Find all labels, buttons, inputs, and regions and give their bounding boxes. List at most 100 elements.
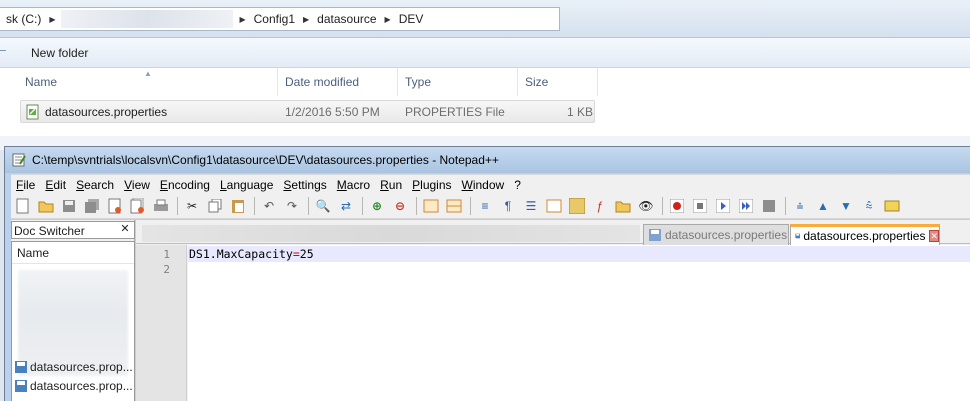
record-macro-icon[interactable] [668, 197, 686, 215]
file-type: PROPERTIES File [405, 105, 505, 119]
tab-datasources-inactive[interactable]: datasources.properties [643, 224, 789, 245]
close-all-icon[interactable] [129, 197, 147, 215]
tab-datasources-active[interactable]: datasources.properties ✕ [790, 224, 940, 245]
undo-icon[interactable]: ↶ [260, 197, 278, 215]
properties-file-icon [26, 104, 39, 120]
menu-edit[interactable]: Edit [40, 178, 71, 192]
function-list-icon[interactable]: ƒ [591, 197, 609, 215]
menu-language[interactable]: Language [215, 178, 278, 192]
column-header-size[interactable]: Size [520, 68, 598, 96]
cut-icon[interactable]: ✂ [183, 197, 201, 215]
title-bar[interactable]: C:\temp\svntrials\localsvn\Config1\datas… [5, 147, 970, 173]
command-bar: New folder [0, 38, 970, 68]
doc-switcher-column-name[interactable]: Name [12, 242, 134, 264]
menu-bar: File Edit Search View Encoding Language … [11, 174, 970, 194]
toolbar-separator [785, 197, 786, 215]
address-field[interactable]: sk (C:) ▶ ▶ Config1 ▶ datasource ▶ DEV [0, 7, 560, 31]
word-wrap-icon[interactable]: ≡ [476, 197, 494, 215]
explorer-window: sk (C:) ▶ ▶ Config1 ▶ datasource ▶ DEV N… [0, 0, 970, 150]
save-all-icon[interactable] [83, 197, 101, 215]
doc-switcher-list: Name datasources.prop... datasources.pro… [11, 241, 135, 401]
list-item[interactable]: datasources.prop... [14, 358, 134, 375]
breadcrumb-separator-icon[interactable]: ▶ [301, 15, 311, 24]
address-bar: sk (C:) ▶ ▶ Config1 ▶ datasource ▶ DEV [0, 0, 970, 38]
menu-window[interactable]: Window [457, 178, 510, 192]
print-icon[interactable] [152, 197, 170, 215]
new-file-icon[interactable] [14, 197, 32, 215]
play-macro-icon[interactable] [714, 197, 732, 215]
replace-icon[interactable]: ⇄ [337, 197, 355, 215]
notepadpp-app-icon[interactable] [11, 152, 27, 168]
menu-run[interactable]: Run [375, 178, 407, 192]
line-number-gutter: 1 2 [136, 245, 187, 401]
breadcrumb-dev[interactable]: DEV [393, 12, 430, 26]
toolbar-separator [177, 197, 178, 215]
menu-help[interactable]: ? [509, 178, 526, 192]
sync-horizontal-icon[interactable] [445, 197, 463, 215]
new-folder-button[interactable]: New folder [31, 46, 88, 60]
save-icon[interactable] [60, 197, 78, 215]
indent-guide-icon[interactable]: ☰ [522, 197, 540, 215]
column-header-date[interactable]: Date modified [280, 68, 398, 96]
toolbar-separator [362, 197, 363, 215]
breadcrumb-separator-icon[interactable]: ▶ [383, 15, 393, 24]
unfold-all-icon[interactable]: ⩯ [860, 197, 878, 215]
zoom-out-icon[interactable]: ⊖ [391, 197, 409, 215]
find-icon[interactable]: 🔍 [314, 197, 332, 215]
move-down-icon[interactable]: ▼ [837, 197, 855, 215]
sync-vertical-icon[interactable] [422, 197, 440, 215]
fold-all-icon[interactable]: ⩮ [791, 197, 809, 215]
toolbar: ✂ ↶ ↷ 🔍 ⇄ ⊕ ⊖ ≡ ¶ ☰ ƒ 👁 ⩮ ▲ ▼ ⩯ [11, 194, 970, 219]
menu-file[interactable]: File [11, 178, 40, 192]
breadcrumb-separator-icon[interactable]: ▶ [237, 15, 247, 24]
show-all-chars-icon[interactable]: ¶ [499, 197, 517, 215]
udl-icon[interactable] [545, 197, 563, 215]
notepadpp-window: C:\temp\svntrials\localsvn\Config1\datas… [4, 146, 970, 401]
move-up-icon[interactable]: ▲ [814, 197, 832, 215]
redo-icon[interactable]: ↷ [283, 197, 301, 215]
zoom-in-icon[interactable]: ⊕ [368, 197, 386, 215]
menu-settings[interactable]: Settings [278, 178, 331, 192]
toolbar-separator [470, 197, 471, 215]
breadcrumb-drive[interactable]: sk (C:) [0, 12, 47, 26]
save-macro-icon[interactable] [760, 197, 778, 215]
paste-icon[interactable] [229, 197, 247, 215]
copy-icon[interactable] [206, 197, 224, 215]
open-file-icon[interactable] [37, 197, 55, 215]
plugin-icon[interactable] [883, 197, 901, 215]
menu-view[interactable]: View [119, 178, 155, 192]
code-line-1[interactable]: DS1.MaxCapacity=25 [189, 247, 314, 261]
menu-plugins[interactable]: Plugins [407, 178, 456, 192]
list-item[interactable]: datasources.prop... [14, 377, 134, 394]
close-tab-icon[interactable]: ✕ [929, 230, 939, 242]
close-file-icon[interactable] [106, 197, 124, 215]
run-macro-multiple-icon[interactable] [737, 197, 755, 215]
breadcrumb-datasource[interactable]: datasource [311, 12, 382, 26]
window-title: C:\temp\svntrials\localsvn\Config1\datas… [32, 153, 499, 167]
menu-encoding[interactable]: Encoding [155, 178, 215, 192]
code-editor[interactable]: DS1.MaxCapacity=25 [188, 245, 970, 401]
column-header-name[interactable]: Name [20, 68, 278, 96]
close-icon[interactable]: ✕ [119, 223, 131, 235]
menu-macro[interactable]: Macro [332, 178, 375, 192]
column-header-type[interactable]: Type [400, 68, 518, 96]
tab-label: datasources.properties [803, 229, 926, 243]
folder-workspace-icon[interactable] [614, 197, 632, 215]
menu-search[interactable]: Search [71, 178, 119, 192]
saved-file-icon [795, 233, 800, 239]
tab-label: datasources.properties [665, 228, 788, 242]
monitoring-icon[interactable]: 👁 [637, 197, 655, 215]
list-item-label: datasources.prop... [30, 378, 133, 393]
column-headers: ▲ Name Date modified Type Size [0, 68, 600, 96]
breadcrumb-config1[interactable]: Config1 [248, 12, 301, 26]
file-name: datasources.properties [45, 105, 168, 119]
toolbar-separator [254, 197, 255, 215]
stop-macro-icon[interactable] [691, 197, 709, 215]
line-number: 2 [163, 263, 170, 276]
tabs-hidden [142, 225, 640, 242]
doc-map-icon[interactable] [568, 197, 586, 215]
file-date: 1/2/2016 5:50 PM [285, 105, 380, 119]
file-row[interactable]: datasources.properties 1/2/2016 5:50 PM … [20, 100, 595, 123]
breadcrumb-separator-icon[interactable]: ▶ [47, 15, 57, 24]
saved-file-icon [15, 360, 27, 373]
